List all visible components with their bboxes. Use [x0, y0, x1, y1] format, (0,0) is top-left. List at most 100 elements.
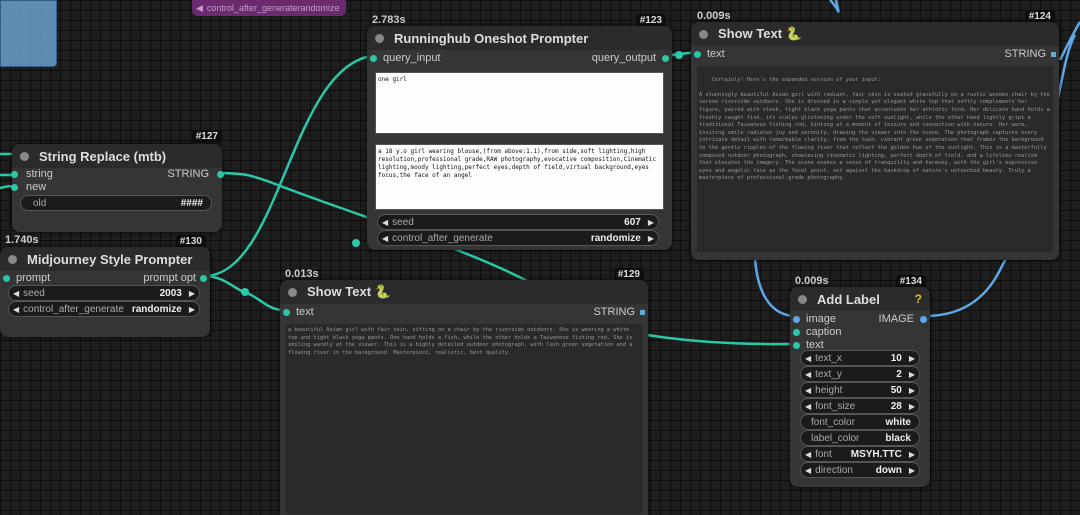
collapse-dot-icon[interactable] [798, 294, 807, 304]
query-text-area[interactable]: one girl [375, 72, 664, 134]
input-slot-string[interactable]: string [11, 168, 53, 180]
output-slot-string[interactable]: STRING [167, 168, 224, 180]
output-text-area[interactable]: a beautiful Asian girl with fair skin, s… [286, 324, 642, 514]
increment-arrow-icon[interactable]: ▶ [644, 234, 658, 243]
input-dot-icon[interactable] [694, 50, 701, 58]
decrement-arrow-icon[interactable]: ◀ [9, 305, 23, 314]
increment-arrow-icon[interactable]: ▶ [905, 370, 919, 379]
node-header[interactable]: String Replace (mtb) [12, 144, 222, 168]
decrement-arrow-icon[interactable]: ◀ [801, 354, 815, 363]
input-slot-text[interactable]: text [283, 306, 314, 318]
collapse-dot-icon[interactable] [8, 254, 17, 264]
input-slot-query-input[interactable]: query_input [370, 52, 441, 64]
slot-label: new [26, 181, 47, 193]
show-text-node-124[interactable]: #124 Show Text 🐍 text STRING Certainly! … [691, 10, 1059, 260]
label-color-widget[interactable]: label_color black [800, 430, 920, 446]
output-dot-icon[interactable] [200, 274, 207, 282]
text-y-widget[interactable]: ◀ text_y 2 ▶ [800, 366, 920, 382]
system-prompt-text-area[interactable]: a 18 y.o girl wearing blouse,(from above… [375, 144, 664, 210]
decrement-arrow-icon[interactable]: ◀ [801, 450, 815, 459]
input-dot-icon[interactable] [793, 341, 800, 349]
decrement-arrow-icon[interactable]: ◀ [378, 234, 392, 243]
output-slot-string[interactable]: STRING [593, 306, 645, 318]
arrow-left-icon[interactable]: ◀ [192, 3, 207, 14]
decrement-arrow-icon[interactable]: ◀ [801, 386, 815, 395]
decrement-arrow-icon[interactable]: ◀ [378, 218, 392, 227]
decrement-arrow-icon[interactable]: ◀ [9, 289, 23, 298]
widget-value: randomize [131, 303, 182, 315]
increment-arrow-icon[interactable]: ▶ [644, 218, 658, 227]
input-dot-icon[interactable] [370, 54, 377, 62]
increment-arrow-icon[interactable]: ▶ [185, 289, 199, 298]
output-dot-icon[interactable] [217, 170, 224, 178]
control-after-generate-widget[interactable]: ◀ control_after_generate randomize ▶ [377, 230, 659, 246]
widget-label: control_after_generate [392, 232, 493, 244]
string-replace-node[interactable]: #127 String Replace (mtb) string new STR… [11, 130, 224, 232]
direction-widget[interactable]: ◀ direction down ▶ [800, 462, 920, 478]
input-slot-new[interactable]: new [11, 181, 46, 193]
show-text-node-129[interactable]: #129 Show Text 🐍 text STRING a beautiful… [280, 268, 648, 515]
old-text-widget[interactable]: old #### [20, 195, 212, 211]
node-header[interactable]: Show Text 🐍 [280, 280, 648, 304]
input-dot-icon[interactable] [793, 328, 800, 336]
seed-widget[interactable]: ◀ seed 2003 ▶ [8, 285, 200, 301]
output-square-icon[interactable] [1051, 51, 1056, 57]
text-x-widget[interactable]: ◀ text_x 10 ▶ [800, 350, 920, 366]
input-dot-icon[interactable] [11, 183, 18, 191]
widget-value: 50 [890, 384, 902, 396]
increment-arrow-icon[interactable]: ▶ [185, 305, 199, 314]
output-square-icon[interactable] [640, 309, 645, 315]
seed-widget[interactable]: ◀ seed 607 ▶ [377, 214, 659, 230]
add-label-node[interactable]: #134 Add Label ? image caption text IMAG… [790, 275, 930, 487]
height-widget[interactable]: ◀ height 50 ▶ [800, 382, 920, 398]
increment-arrow-icon[interactable]: ▶ [905, 354, 919, 363]
collapse-dot-icon[interactable] [288, 287, 297, 297]
exec-time: 0.009s [795, 275, 829, 287]
decrement-arrow-icon[interactable]: ◀ [801, 402, 815, 411]
widget-label: text_x [815, 352, 842, 364]
input-dot-icon[interactable] [793, 315, 800, 323]
node-header[interactable]: Show Text 🐍 [691, 22, 1059, 46]
font-color-widget[interactable]: font_color white [800, 414, 920, 430]
node-header[interactable]: Add Label ? [790, 287, 930, 311]
output-slot-prompt-opt[interactable]: prompt opt [143, 272, 207, 284]
input-dot-icon[interactable] [283, 308, 290, 316]
output-slot-query-output[interactable]: query_output [592, 52, 669, 64]
widget-label: direction [815, 464, 853, 476]
collapse-dot-icon[interactable] [375, 33, 384, 43]
node-header[interactable]: Midjourney Style Prompter [0, 247, 210, 271]
increment-arrow-icon[interactable]: ▶ [905, 466, 919, 475]
collapsed-node[interactable]: ◀ control_after_generate randomize [192, 0, 346, 16]
output-slot-string[interactable]: STRING [1004, 48, 1056, 60]
image-preview-node[interactable] [0, 0, 57, 67]
output-slot-image[interactable]: IMAGE [879, 313, 927, 325]
input-dot-icon[interactable] [11, 170, 18, 178]
font-widget[interactable]: ◀ font MSYH.TTC ▶ [800, 446, 920, 462]
increment-arrow-icon[interactable]: ▶ [905, 386, 919, 395]
control-after-generate-widget[interactable]: ◀ control_after_generate randomize ▶ [8, 301, 200, 317]
output-dot-icon[interactable] [662, 54, 669, 62]
runninghub-oneshot-prompter-node[interactable]: #123 Runninghub Oneshot Prompter query_i… [367, 14, 672, 250]
increment-arrow-icon[interactable]: ▶ [905, 450, 919, 459]
decrement-arrow-icon[interactable]: ◀ [801, 370, 815, 379]
node-title: Show Text 🐍 [307, 284, 391, 299]
input-slot-text[interactable]: text [694, 48, 725, 60]
collapse-dot-icon[interactable] [699, 29, 708, 39]
input-slot-caption[interactable]: caption [793, 326, 841, 338]
node-header[interactable]: Runninghub Oneshot Prompter [367, 26, 672, 50]
output-dot-icon[interactable] [920, 315, 927, 323]
node-title: Add Label [817, 291, 880, 307]
midjourney-style-prompter-node[interactable]: #130 Midjourney Style Prompter prompt pr… [0, 235, 210, 337]
collapse-dot-icon[interactable] [20, 151, 29, 161]
decrement-arrow-icon[interactable]: ◀ [801, 466, 815, 475]
input-slot-prompt[interactable]: prompt [3, 272, 50, 284]
exec-time: 1.740s [5, 234, 39, 246]
input-slot-image[interactable]: image [793, 313, 836, 325]
increment-arrow-icon[interactable]: ▶ [905, 402, 919, 411]
slot-label: STRING [1004, 48, 1046, 60]
help-icon[interactable]: ? [915, 292, 922, 306]
font-size-widget[interactable]: ◀ font_size 28 ▶ [800, 398, 920, 414]
input-dot-icon[interactable] [3, 274, 10, 282]
output-text-area[interactable]: Certainly! Here's the expanded version o… [697, 66, 1053, 252]
node-title: String Replace (mtb) [39, 148, 167, 164]
